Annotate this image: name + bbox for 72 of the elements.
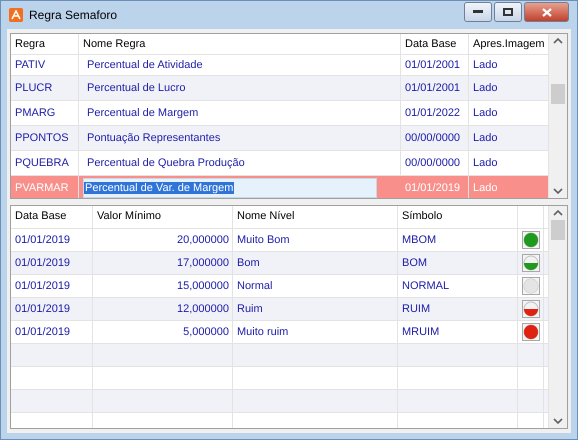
table-cell: 01/01/2019 xyxy=(11,275,93,297)
window-title: Regra Semaforo xyxy=(29,8,118,22)
table-cell: Normal xyxy=(233,275,398,297)
table-cell: 20,000000 xyxy=(93,229,233,251)
minimize-icon xyxy=(473,10,483,14)
scrollbar[interactable] xyxy=(549,206,567,428)
table-cell: RUIM xyxy=(398,298,518,320)
table-cell: Muito ruim xyxy=(233,321,398,343)
column-header[interactable]: Data Base xyxy=(401,34,469,54)
table-cell: MBOM xyxy=(398,229,518,251)
table-cell: Percentual de Lucro xyxy=(79,76,401,100)
scroll-thumb[interactable] xyxy=(551,220,565,240)
table-cell: PLUCR xyxy=(11,76,79,100)
column-header[interactable]: Regra xyxy=(11,34,79,54)
table-row[interactable]: 01/01/2019 17,000000 Bom BOM xyxy=(11,252,549,275)
table-cell: PPONTOS xyxy=(11,126,79,150)
table-cell: Ruim xyxy=(233,298,398,320)
close-icon xyxy=(542,8,552,16)
table-row[interactable]: PMARG Percentual de Margem 01/01/2022 Lado xyxy=(11,101,549,126)
scroll-up-icon[interactable] xyxy=(553,37,563,44)
scrollbar[interactable] xyxy=(549,34,567,198)
input-field[interactable]: Percentual de Var. de Margem xyxy=(83,178,377,198)
table-cell: PQUEBRA xyxy=(11,151,79,175)
table-cell: 15,000000 xyxy=(93,275,233,297)
close-button[interactable] xyxy=(524,2,569,22)
table-row[interactable]: 01/01/2019 5,000000 Muito ruim MRUIM xyxy=(11,321,549,344)
table-cell: Percentual de Atividade xyxy=(79,55,401,75)
table-cell: 01/01/2019 xyxy=(401,176,469,198)
table-row[interactable]: 01/01/2019 20,000000 Muito Bom MBOM xyxy=(11,229,549,252)
table-row[interactable]: 01/01/2019 12,000000 Ruim RUIM xyxy=(11,298,549,321)
table-cell: 01/01/2019 xyxy=(11,298,93,320)
maximize-icon xyxy=(503,8,513,16)
table-cell: 01/01/2022 xyxy=(401,101,469,125)
table-cell: PATIV xyxy=(11,55,79,75)
app-icon xyxy=(9,8,23,22)
table-cell: 01/01/2019 xyxy=(11,321,93,343)
table-row[interactable]: PPONTOS Pontuação Representantes 00/00/0000 Lado xyxy=(11,126,549,151)
table-cell: 12,000000 xyxy=(93,298,233,320)
maximize-button[interactable] xyxy=(494,2,522,22)
table-cell: 5,000000 xyxy=(93,321,233,343)
table-row[interactable]: PATIV Percentual de Atividade 01/01/2001 Lado xyxy=(11,55,549,76)
table-cell: 00/00/0000 xyxy=(401,151,469,175)
table-cell: Bom xyxy=(233,252,398,274)
scroll-down-icon[interactable] xyxy=(553,418,563,425)
column-header[interactable]: Nome Nível xyxy=(233,206,398,228)
table-cell: 01/01/2001 xyxy=(401,76,469,100)
table-cell: BOM xyxy=(398,252,518,274)
table-cell: PVARMAR xyxy=(11,176,79,198)
table-cell: Muito Bom xyxy=(233,229,398,251)
table-row[interactable]: 01/01/2019 15,000000 Normal NORMAL xyxy=(11,275,549,298)
column-header[interactable]: Valor Mínimo xyxy=(93,206,233,228)
scroll-thumb[interactable] xyxy=(551,84,565,104)
table-cell: 17,000000 xyxy=(93,252,233,274)
column-header[interactable]: Data Base xyxy=(11,206,93,228)
table-cell: 00/00/0000 xyxy=(401,126,469,150)
table-cell: 01/01/2001 xyxy=(401,55,469,75)
table-cell: NORMAL xyxy=(398,275,518,297)
table-cell: MRUIM xyxy=(398,321,518,343)
table-cell: Percentual de Margem xyxy=(79,101,401,125)
column-header[interactable]: Nome Regra xyxy=(79,34,401,54)
table-row[interactable]: PVARMAR Percentual de Var. de Margem 01/01/2019 Lado xyxy=(11,176,549,198)
table-row[interactable]: PQUEBRA Percentual de Quebra Produção 00/00/0000 Lado xyxy=(11,151,549,176)
table-cell: Pontuação Representantes xyxy=(79,126,401,150)
scroll-up-icon[interactable] xyxy=(553,209,563,216)
table-cell: Percentual de Quebra Produção xyxy=(79,151,401,175)
table-row[interactable]: PLUCR Percentual de Lucro 01/01/2001 Lado xyxy=(11,76,549,101)
column-header[interactable]: Símbolo xyxy=(398,206,518,228)
scroll-down-icon[interactable] xyxy=(553,188,563,195)
table-cell: 01/01/2019 xyxy=(11,229,93,251)
table-cell: 01/01/2019 xyxy=(11,252,93,274)
table-cell: PMARG xyxy=(11,101,79,125)
minimize-button[interactable] xyxy=(464,2,492,22)
